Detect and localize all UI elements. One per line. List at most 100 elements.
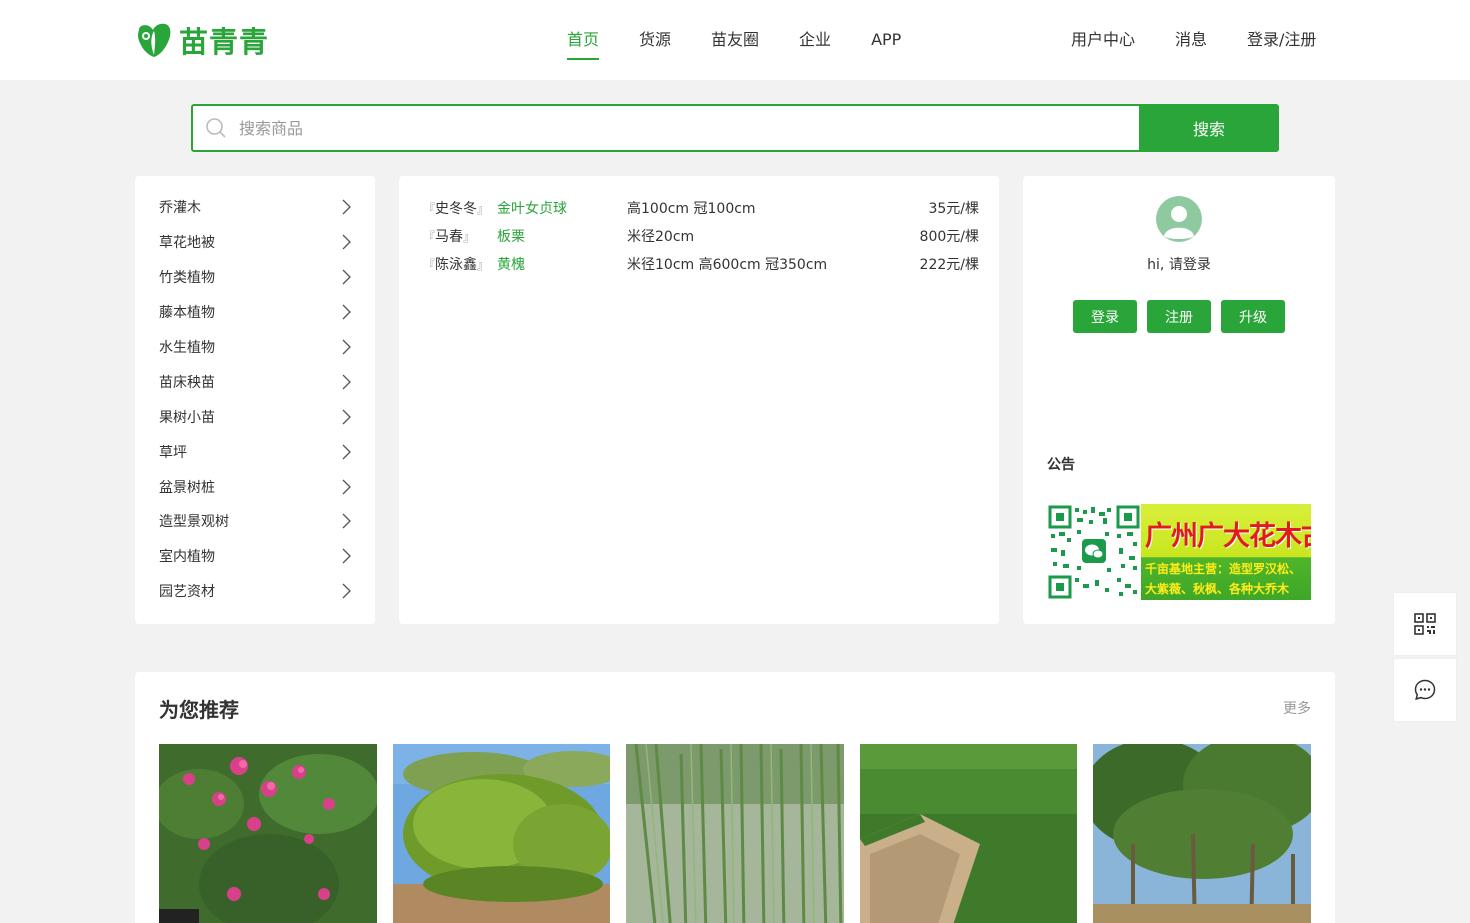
search-button[interactable]: 搜索 bbox=[1139, 104, 1279, 152]
category-label: 盆景树桩 bbox=[159, 479, 215, 496]
banner-title: 广州广大花木古树园 bbox=[1145, 521, 1311, 552]
chevron-right-icon bbox=[342, 479, 351, 495]
category-item[interactable]: 室内植物 bbox=[159, 539, 351, 574]
ad-banner-image: 广州广大花木古树园 千亩基地主营：造型罗汉松、 大紫薇、秋枫、各种大乔木 bbox=[1141, 504, 1311, 600]
category-label: 乔灌木 bbox=[159, 200, 201, 217]
nav-community[interactable]: 苗友圈 bbox=[711, 0, 759, 80]
chevron-right-icon bbox=[342, 234, 351, 250]
category-label: 竹类植物 bbox=[159, 270, 215, 287]
supply-row[interactable]: 『马春』 板栗 米径20cm 800元/棵 bbox=[423, 222, 979, 250]
chevron-right-icon bbox=[342, 583, 351, 599]
chevron-right-icon bbox=[342, 269, 351, 285]
leaf-logo-icon bbox=[138, 23, 171, 58]
user-nav: 用户中心 消息 登录/注册 bbox=[1071, 0, 1356, 80]
supply-spec: 米径20cm bbox=[627, 229, 695, 245]
category-item[interactable]: 苗床秧苗 bbox=[159, 364, 351, 399]
category-label: 草花地被 bbox=[159, 235, 215, 252]
supply-product-name[interactable]: 板栗 bbox=[497, 226, 627, 246]
category-item[interactable]: 水生植物 bbox=[159, 330, 351, 365]
nav-supply[interactable]: 货源 bbox=[639, 0, 671, 80]
nav-messages[interactable]: 消息 bbox=[1175, 0, 1207, 80]
greeting-text: hi, 请登录 bbox=[1147, 257, 1211, 273]
qr-code-button[interactable] bbox=[1393, 592, 1457, 656]
category-item[interactable]: 造型景观树 bbox=[159, 504, 351, 539]
nav-app[interactable]: APP bbox=[871, 0, 901, 80]
chevron-right-icon bbox=[342, 374, 351, 390]
search-input[interactable] bbox=[239, 118, 1119, 138]
category-item[interactable]: 草坪 bbox=[159, 434, 351, 469]
category-item[interactable]: 竹类植物 bbox=[159, 260, 351, 295]
search-bar: 搜索 bbox=[191, 104, 1279, 152]
supply-price: 800元/棵 bbox=[919, 229, 979, 245]
main-nav: 首页 货源 苗友圈 企业 APP bbox=[567, 0, 941, 80]
supply-seller: 『史冬冬』 bbox=[423, 201, 490, 217]
qr-code-icon bbox=[1414, 613, 1436, 635]
wechat-qr-code bbox=[1047, 504, 1141, 600]
category-label: 草坪 bbox=[159, 444, 187, 461]
category-item[interactable]: 果树小苗 bbox=[159, 399, 351, 434]
chevron-right-icon bbox=[342, 199, 351, 215]
more-link[interactable]: 更多 bbox=[1283, 698, 1311, 718]
product-image-bamboo bbox=[626, 744, 844, 923]
recommend-header: 为您推荐 更多 bbox=[159, 694, 1311, 722]
category-item[interactable]: 藤本植物 bbox=[159, 295, 351, 330]
category-label: 园艺资材 bbox=[159, 584, 215, 601]
recommend-title: 为您推荐 bbox=[159, 697, 239, 722]
site-logo[interactable]: 苗青青 bbox=[135, 22, 270, 59]
banner-subtitle: 千亩基地主营：造型罗汉松、 bbox=[1145, 562, 1302, 576]
category-item[interactable]: 盆景树桩 bbox=[159, 469, 351, 504]
supply-product-name[interactable]: 金叶女贞球 bbox=[497, 198, 627, 218]
supply-product-name[interactable]: 黄槐 bbox=[497, 254, 627, 274]
nav-home[interactable]: 首页 bbox=[567, 0, 600, 80]
category-item[interactable]: 草花地被 bbox=[159, 225, 351, 260]
product-image-turf bbox=[859, 744, 1078, 923]
category-item[interactable]: 园艺资材 bbox=[159, 574, 351, 609]
category-label: 水生植物 bbox=[159, 340, 215, 356]
nav-enterprise[interactable]: 企业 bbox=[799, 0, 831, 80]
register-button[interactable]: 注册 bbox=[1147, 300, 1211, 333]
chevron-right-icon bbox=[342, 409, 351, 425]
chevron-right-icon bbox=[342, 444, 351, 460]
avatar[interactable] bbox=[1156, 196, 1202, 242]
category-label: 苗床秧苗 bbox=[159, 374, 215, 391]
category-label: 造型景观树 bbox=[159, 514, 229, 531]
supply-list-panel: 『史冬冬』 金叶女贞球 高100cm 冠100cm 35元/棵 『马春』 板栗 … bbox=[399, 176, 999, 624]
nav-login-register[interactable]: 登录/注册 bbox=[1247, 0, 1316, 80]
search-box bbox=[191, 104, 1139, 152]
search-icon bbox=[206, 118, 226, 138]
product-image-pink-flower bbox=[159, 744, 377, 923]
ad-banner[interactable]: 广州广大花木古树园 千亩基地主营：造型罗汉松、 大紫薇、秋枫、各种大乔木 bbox=[1047, 504, 1311, 600]
category-label: 藤本植物 bbox=[159, 305, 215, 322]
banner-subtitle: 大紫薇、秋枫、各种大乔木 bbox=[1145, 582, 1290, 596]
upgrade-button[interactable]: 升级 bbox=[1221, 300, 1285, 333]
product-card[interactable] bbox=[159, 744, 377, 923]
user-panel: hi, 请登录 登录 注册 升级 公告 广州广大花木 千亩基地主营：造型罗汉松、… bbox=[1023, 176, 1335, 624]
category-label: 室内植物 bbox=[159, 549, 215, 566]
product-card[interactable] bbox=[626, 744, 844, 923]
chevron-right-icon bbox=[342, 513, 351, 529]
supply-spec: 高100cm 冠100cm bbox=[627, 201, 756, 217]
chevron-right-icon bbox=[342, 304, 351, 320]
user-action-buttons: 登录 注册 升级 bbox=[1047, 300, 1311, 333]
brand-name: 苗青青 bbox=[179, 25, 270, 59]
category-label: 果树小苗 bbox=[159, 409, 215, 426]
category-item[interactable]: 乔灌木 bbox=[159, 190, 351, 225]
product-image-hedge bbox=[392, 744, 611, 923]
supply-row[interactable]: 『史冬冬』 金叶女贞球 高100cm 冠100cm 35元/棵 bbox=[423, 194, 979, 222]
category-panel: 乔灌木 草花地被 竹类植物 藤本植物 水生植物 苗床秧苗 果树小苗 草坪 盆景树… bbox=[135, 176, 375, 624]
supply-row[interactable]: 『陈泳鑫』 黄槐 米径10cm 高600cm 冠350cm 222元/棵 bbox=[423, 250, 979, 278]
recommend-list bbox=[159, 744, 1311, 923]
chat-button[interactable] bbox=[1393, 658, 1457, 722]
product-image-trees bbox=[1093, 744, 1311, 923]
supply-price: 222元/棵 bbox=[919, 257, 979, 273]
login-button[interactable]: 登录 bbox=[1073, 300, 1137, 333]
chat-icon bbox=[1414, 679, 1436, 701]
product-card[interactable] bbox=[1093, 744, 1311, 923]
supply-seller: 『陈泳鑫』 bbox=[423, 257, 490, 273]
top-header: 苗青青 首页 货源 苗友圈 企业 APP 用户中心 消息 登录/注册 bbox=[0, 0, 1470, 80]
supply-seller: 『马春』 bbox=[423, 229, 476, 245]
nav-user-center[interactable]: 用户中心 bbox=[1071, 0, 1135, 80]
product-card[interactable] bbox=[859, 744, 1078, 923]
product-card[interactable] bbox=[392, 744, 611, 923]
chevron-right-icon bbox=[342, 548, 351, 564]
